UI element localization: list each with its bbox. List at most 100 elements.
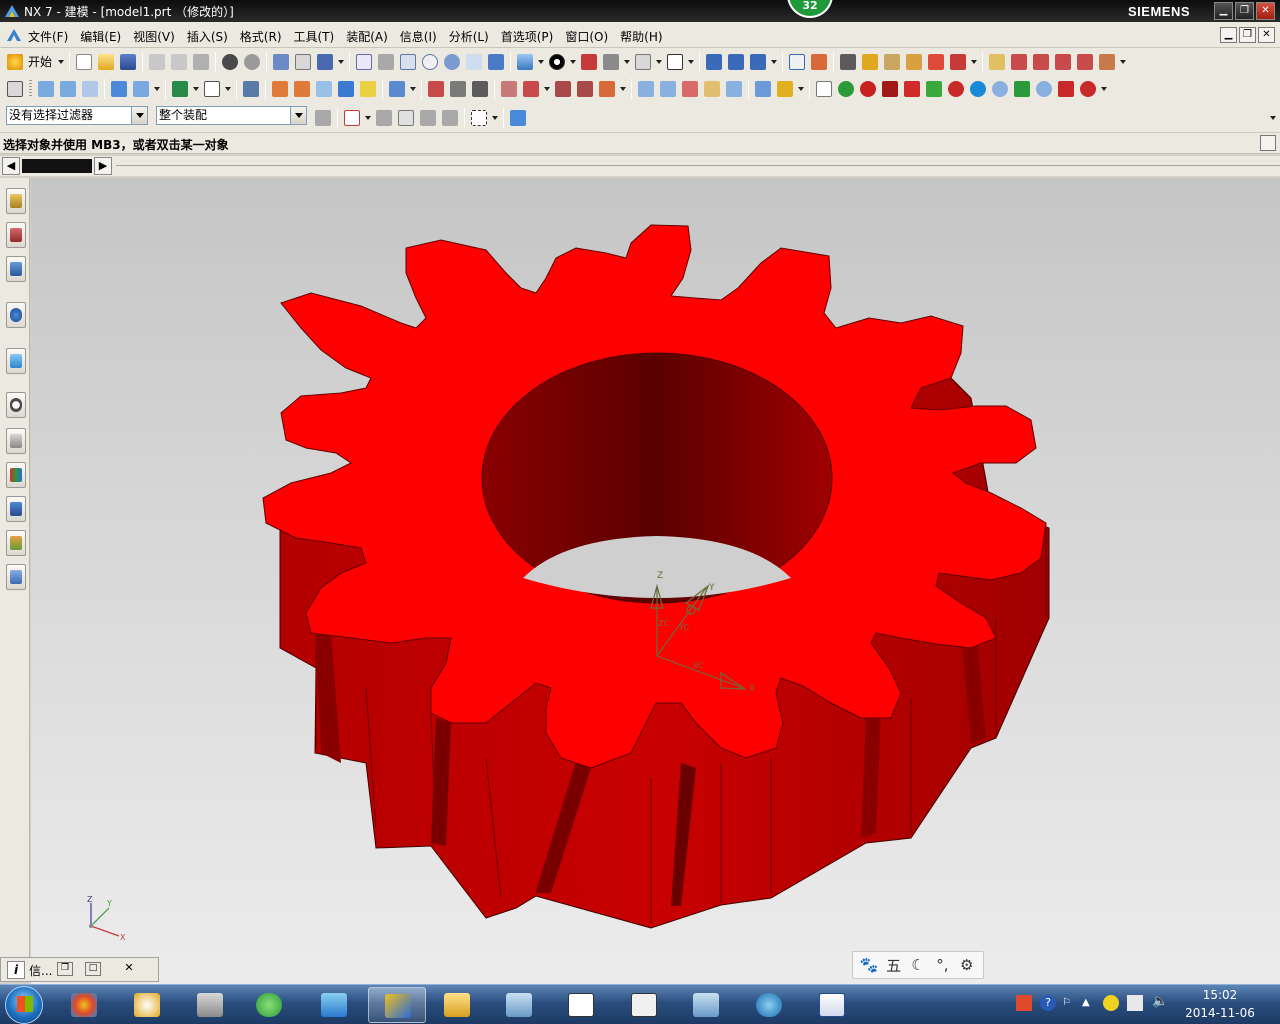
- chevron-down-icon[interactable]: [798, 86, 804, 91]
- face-select-icon[interactable]: [398, 110, 414, 126]
- peak-points-icon[interactable]: [1033, 53, 1050, 70]
- start-icon[interactable]: [7, 53, 23, 70]
- paste-icon[interactable]: [193, 53, 210, 70]
- assembly-navigator-tab[interactable]: [6, 188, 26, 214]
- selection-scope-dropdown[interactable]: 整个装配: [156, 106, 307, 125]
- join-curve-icon[interactable]: [555, 80, 571, 97]
- spline-icon[interactable]: [450, 80, 466, 97]
- moon-icon[interactable]: ☾: [908, 956, 928, 974]
- taskbar-app-word[interactable]: [803, 987, 861, 1023]
- chevron-down-icon[interactable]: [365, 116, 371, 120]
- select-tool-icon[interactable]: [317, 53, 334, 70]
- roles-tab[interactable]: [6, 530, 26, 556]
- network-icon[interactable]: ⚐: [1062, 997, 1074, 1011]
- tray-app-icon[interactable]: [1016, 995, 1032, 1011]
- taskbar-app-green[interactable]: [240, 987, 298, 1023]
- maximize-button[interactable]: ❐: [1235, 2, 1254, 20]
- chevron-down-icon[interactable]: [410, 86, 416, 91]
- edit-feature-icon[interactable]: [428, 80, 444, 97]
- through-curves-icon[interactable]: [638, 80, 654, 97]
- red-part-icon[interactable]: [904, 80, 920, 97]
- notification-badge[interactable]: 32: [787, 0, 833, 18]
- taskbar-app-nx[interactable]: [368, 987, 426, 1023]
- chevron-up-icon[interactable]: ▲: [1082, 997, 1090, 1008]
- chevron-down-icon[interactable]: [338, 59, 345, 64]
- gear-icon[interactable]: ⚙: [957, 956, 977, 974]
- chevron-down-icon[interactable]: [225, 86, 231, 91]
- menu-tools[interactable]: 工具(T): [294, 28, 335, 45]
- zoom-icon[interactable]: [400, 53, 417, 70]
- system-materials-tab[interactable]: [6, 428, 26, 454]
- chevron-down-icon[interactable]: [492, 116, 498, 120]
- selection-settings-icon[interactable]: [315, 110, 331, 126]
- menu-insert[interactable]: 插入(S): [187, 28, 228, 45]
- document-menu-icon[interactable]: [6, 27, 22, 43]
- thicken-icon[interactable]: [777, 80, 793, 97]
- repeat-command-icon[interactable]: [273, 53, 290, 70]
- zoom-window-icon[interactable]: [378, 53, 395, 70]
- shell-icon[interactable]: [243, 80, 259, 97]
- instance-feature-icon[interactable]: [389, 80, 405, 97]
- chevron-down-icon[interactable]: [131, 107, 147, 124]
- taskbar-app-search[interactable]: [740, 987, 798, 1023]
- graphics-window[interactable]: Z Y X ZC YC XC Z Y X: [31, 178, 1280, 984]
- taskbar-app-notes[interactable]: [490, 987, 548, 1023]
- pan-icon[interactable]: [466, 53, 483, 70]
- red-ring-icon[interactable]: [948, 80, 964, 97]
- information-window-tab[interactable]: i 信... ❐ □ ✕: [0, 957, 159, 982]
- background-icon[interactable]: [667, 53, 684, 70]
- sketch-icon[interactable]: [7, 80, 23, 97]
- chevron-down-icon[interactable]: [58, 59, 65, 64]
- magnify-icon[interactable]: [422, 53, 439, 70]
- shaded-display-icon[interactable]: [549, 53, 566, 70]
- save-icon[interactable]: [120, 53, 137, 70]
- chevron-down-icon[interactable]: [656, 59, 663, 64]
- block-icon[interactable]: [111, 80, 127, 97]
- unite-icon[interactable]: [172, 80, 188, 97]
- simple-interference-icon[interactable]: [950, 53, 967, 70]
- wcs-dynamic-icon[interactable]: [706, 53, 723, 70]
- minimize-button[interactable]: ▁: [1214, 2, 1233, 20]
- datum-plane-icon[interactable]: [204, 80, 220, 97]
- sew-icon[interactable]: [755, 80, 771, 97]
- constraint-navigator-tab[interactable]: [6, 222, 26, 248]
- bounded-plane-icon[interactable]: [704, 80, 720, 97]
- paw-icon[interactable]: 🐾: [859, 956, 879, 974]
- green-part-icon[interactable]: [926, 80, 942, 97]
- menu-analysis[interactable]: 分析(L): [449, 28, 489, 45]
- menu-edit[interactable]: 编辑(E): [80, 28, 121, 45]
- chevron-down-icon[interactable]: [538, 59, 545, 64]
- ime-mode-label[interactable]: 五: [884, 955, 904, 976]
- taskbar-app-slate[interactable]: [677, 987, 735, 1023]
- taskbar-app-paint[interactable]: [118, 987, 176, 1023]
- taskbar-app-calculator[interactable]: [181, 987, 239, 1023]
- intersection-curve-icon[interactable]: [577, 80, 593, 97]
- copy-icon[interactable]: [171, 53, 188, 70]
- measure-distance-icon[interactable]: [840, 53, 857, 70]
- blue-gear-icon[interactable]: [992, 80, 1008, 97]
- redo-icon[interactable]: [244, 53, 261, 70]
- extrude-icon[interactable]: [38, 80, 54, 97]
- new-file-icon[interactable]: [76, 53, 93, 70]
- menu-file[interactable]: 文件(F): [28, 28, 68, 45]
- follow-curve-icon[interactable]: [376, 110, 392, 126]
- rotate-icon[interactable]: [444, 53, 461, 70]
- wcs-orient-icon[interactable]: [750, 53, 767, 70]
- doc-close-button[interactable]: ✕: [1258, 27, 1275, 43]
- graph-icon[interactable]: [1077, 53, 1094, 70]
- snap-point-icon[interactable]: [789, 53, 806, 70]
- snap-grid-icon[interactable]: [344, 110, 360, 126]
- trim-body-icon[interactable]: [360, 80, 376, 97]
- reuse-library-tab[interactable]: [6, 302, 26, 328]
- chevron-down-icon[interactable]: [688, 59, 695, 64]
- hidden-line-icon[interactable]: [603, 53, 620, 70]
- tray-plus-icon[interactable]: [1103, 995, 1119, 1011]
- action-center-icon[interactable]: [1127, 995, 1143, 1011]
- curve-icon[interactable]: [472, 80, 488, 97]
- menu-preferences[interactable]: 首选项(P): [501, 28, 554, 45]
- chevron-down-icon[interactable]: [1120, 59, 1127, 64]
- end-point-icon[interactable]: [811, 53, 828, 70]
- start-menu-label[interactable]: 开始: [28, 53, 52, 70]
- toolbar-overflow-icon[interactable]: [1270, 116, 1276, 120]
- start-button[interactable]: [5, 986, 43, 1024]
